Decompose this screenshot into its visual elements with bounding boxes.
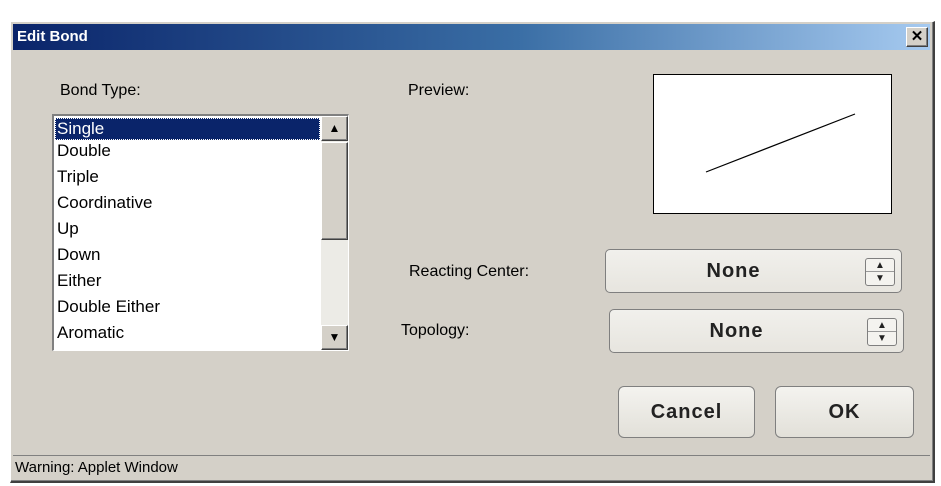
list-item[interactable]: Either [55,270,320,296]
dialog-title: Edit Bond [17,28,88,45]
reacting-center-label: Reacting Center: [409,263,530,280]
list-item[interactable]: Up [55,218,320,244]
scroll-up-button[interactable]: ▲ [321,116,348,141]
bond-type-list: Single Double Triple Coordinative Up Down Eith… [55,118,320,348]
close-icon: ✕ [910,28,924,45]
spin-down-icon[interactable]: ▼ [868,332,896,345]
title-bar[interactable]: Edit Bond ✕ [13,24,930,50]
topology-value: None [709,320,764,342]
list-item[interactable]: Aromatic [55,322,320,348]
topology-label: Topology: [401,322,470,339]
close-button[interactable]: ✕ [906,27,928,47]
scroll-thumb[interactable] [321,142,348,240]
list-item[interactable]: Single [55,118,320,140]
preview-label: Preview: [408,82,470,99]
spin-up-icon[interactable]: ▲ [868,319,896,332]
list-item[interactable]: Down [55,244,320,270]
status-text: Warning: Applet Window [15,459,178,476]
list-item[interactable]: Coordinative [55,192,320,218]
list-item[interactable]: Triple [55,166,320,192]
status-bar: Warning: Applet Window [13,455,930,479]
reacting-center-spinner[interactable]: None ▲ ▼ [605,249,902,293]
listbox-scrollbar[interactable]: ▲ ▼ [321,116,348,350]
reacting-center-value: None [706,260,761,282]
topology-spin-buttons[interactable]: ▲ ▼ [867,318,897,346]
topology-spinner[interactable]: None ▲ ▼ [609,309,904,353]
bond-preview-drawing [705,113,856,173]
list-item[interactable]: Double Either [55,296,320,322]
reacting-center-spin-buttons[interactable]: ▲ ▼ [865,258,895,286]
ok-button[interactable]: OK [775,386,914,438]
spin-down-icon[interactable]: ▼ [866,272,894,285]
arrow-up-icon: ▲ [328,121,341,135]
list-item[interactable]: Double [55,140,320,166]
arrow-down-icon: ▼ [328,330,341,344]
bond-line [705,113,856,173]
bond-type-label: Bond Type: [60,82,141,99]
cancel-button[interactable]: Cancel [618,386,755,438]
scroll-down-button[interactable]: ▼ [321,325,348,350]
bond-preview [653,74,892,214]
edit-bond-dialog: Edit Bond ✕ Bond Type: Single Double Tripl… [10,21,935,483]
bond-type-listbox[interactable]: Single Double Triple Coordinative Up Down Eith… [52,114,349,351]
spin-up-icon[interactable]: ▲ [866,259,894,272]
